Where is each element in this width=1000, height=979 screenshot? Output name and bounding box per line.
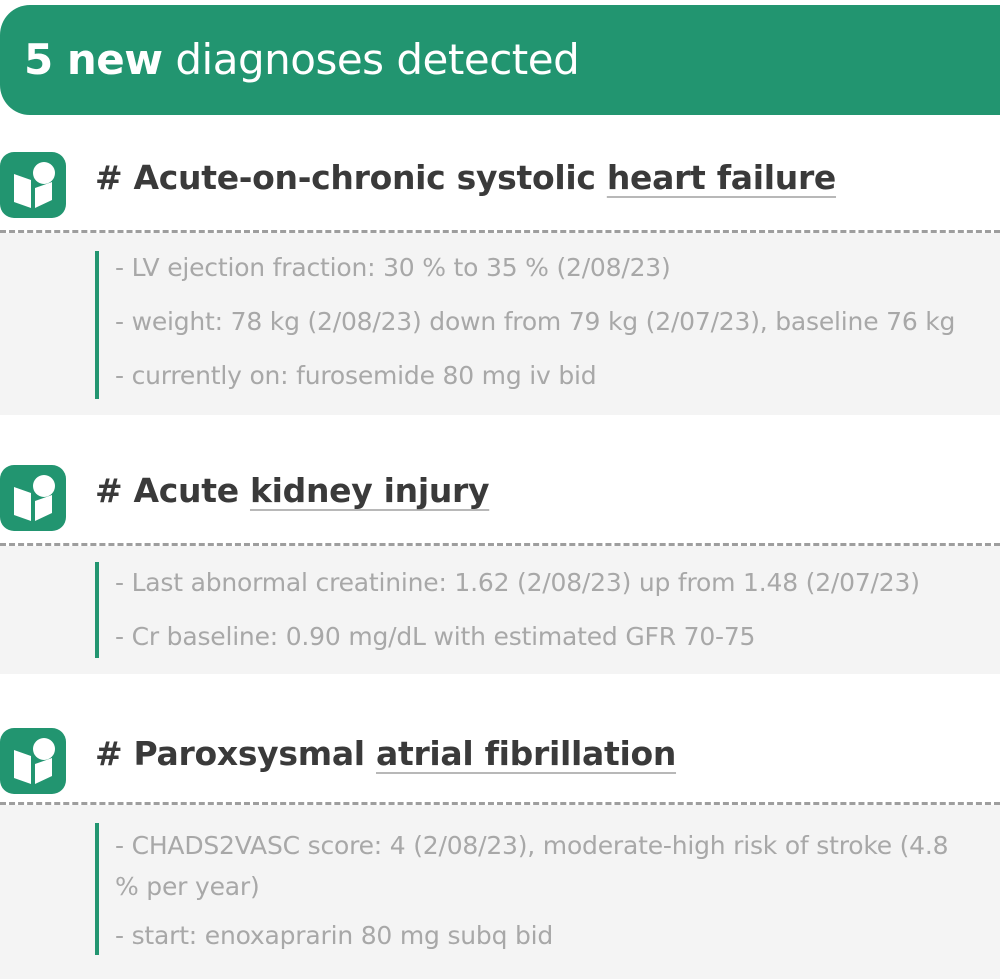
diagnoses-banner[interactable]: 5 new diagnoses detected [0, 5, 1000, 115]
detail-accent-bar [95, 823, 99, 955]
diagnosis-title: # Acute-on-chronic systolic heart failur… [95, 158, 836, 197]
diagnosis-prefix: # Acute-on-chronic systolic [95, 158, 607, 197]
diagnosis-details: - Last abnormal creatinine: 1.62 (2/08/2… [0, 546, 1000, 674]
diagnosis-header[interactable]: # Acute-on-chronic systolic heart failur… [0, 152, 1000, 226]
diagnosis-card[interactable]: # Acute kidney injury - Last abnormal cr… [0, 465, 1000, 674]
diagnosis-prefix: # Acute [95, 471, 250, 510]
detail-line: - Cr baseline: 0.90 mg/dL with estimated… [115, 622, 756, 651]
detail-line: - LV ejection fraction: 30 % to 35 % (2/… [115, 253, 671, 282]
app-logo-icon [0, 152, 66, 218]
detail-accent-bar [95, 562, 99, 658]
new-count: 5 new [24, 35, 163, 84]
diagnosis-header[interactable]: # Acute kidney injury [0, 465, 1000, 539]
diagnosis-header[interactable]: # Paroxsysmal atrial fibrillation [0, 728, 1000, 802]
detail-line: - start: enoxaprarin 80 mg subq bid [115, 921, 554, 950]
diagnosis-card[interactable]: # Paroxsysmal atrial fibrillation - CHAD… [0, 728, 1000, 979]
detail-line: - currently on: furosemide 80 mg iv bid [115, 361, 597, 390]
diagnosis-title: # Acute kidney injury [95, 471, 490, 510]
banner-text: diagnoses detected [162, 35, 580, 84]
detail-line: - Last abnormal creatinine: 1.62 (2/08/2… [115, 568, 920, 597]
detail-accent-bar [95, 251, 99, 399]
diagnosis-term-link[interactable]: atrial fibrillation [376, 734, 676, 773]
diagnosis-details: - LV ejection fraction: 30 % to 35 % (2/… [0, 233, 1000, 415]
app-logo-icon [0, 465, 66, 531]
diagnosis-term-link[interactable]: kidney injury [250, 471, 490, 510]
diagnosis-details: - CHADS2VASC score: 4 (2/08/23), moderat… [0, 805, 1000, 979]
detail-line: - weight: 78 kg (2/08/23) down from 79 k… [115, 307, 956, 336]
app-logo-icon [0, 728, 66, 794]
diagnosis-term-link[interactable]: heart failure [607, 158, 836, 197]
diagnosis-prefix: # Paroxsysmal [95, 734, 376, 773]
diagnosis-card[interactable]: # Acute-on-chronic systolic heart failur… [0, 152, 1000, 415]
detail-line: - CHADS2VASC score: 4 (2/08/23), moderat… [115, 831, 949, 901]
diagnosis-title: # Paroxsysmal atrial fibrillation [95, 734, 676, 773]
